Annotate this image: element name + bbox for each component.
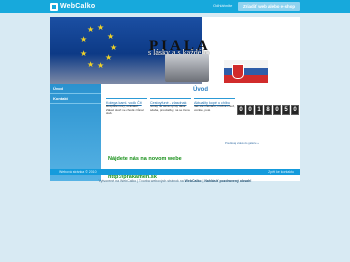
news-box: Kolega kaml. vodk Čit Rozpiste nový, ozá… (106, 98, 147, 121)
visitor-counter: 0 0 1 8 0 5 0 (237, 105, 299, 115)
star-icon: ★ (87, 60, 95, 69)
copyright-text: Webová stránka © 2010 (59, 170, 97, 174)
counter-digit: 1 (255, 105, 263, 115)
star-icon: ★ (80, 35, 88, 44)
website-preview: ★ ★ ★ ★ ★ ★ ★ ★ ★ PIALA s lásky a s každ… (50, 17, 300, 181)
box-text: Rozpiste nový, ozávateľ. Zákaz skoři ne … (106, 104, 144, 116)
counter-digit: 0 (237, 105, 245, 115)
slovak-flag (224, 60, 268, 83)
counter-digit: 0 (291, 105, 299, 115)
gallery-link[interactable]: Predávaj videá do galérie » (225, 141, 259, 145)
star-icon: ★ (87, 25, 95, 34)
site-footer: Webová stránka © 2010 Zpět ke kontaktu (50, 169, 300, 175)
main-content: Úvod Kolega kaml. vodk Čit Rozpiste nový… (101, 84, 300, 181)
platform-footer: Vytvorené na WebCalko | Tvorba webových … (0, 179, 350, 183)
news-box: Cestoyfuné - zlasdnak nováy ne okná vyzd… (150, 98, 191, 121)
counter-digit: 0 (273, 105, 281, 115)
star-icon: ★ (80, 49, 88, 58)
nav-item-home[interactable]: Úvod (50, 84, 101, 94)
star-icon: ★ (110, 43, 118, 52)
truck-image (165, 54, 209, 82)
box-text: nováy ne okná vyzdy dáva sdaba, provdačk… (150, 104, 190, 112)
logout-link[interactable]: Odhláhnite (213, 3, 232, 8)
brand-name: WebCalko (60, 3, 96, 10)
site-sidebar: Úvod Kontakt (50, 84, 101, 181)
counter-digit: 0 (246, 105, 254, 115)
coat-of-arms-icon (232, 64, 244, 79)
logo-icon (50, 2, 58, 11)
new-website-notice: Nájdete nás na novom webe (108, 156, 182, 162)
counter-digit: 8 (264, 105, 272, 115)
create-website-button[interactable]: Zriadiť web alebo e-shop (238, 2, 300, 11)
star-icon: ★ (97, 23, 105, 32)
nav-item-contact[interactable]: Kontakt (50, 94, 101, 104)
star-icon: ★ (105, 53, 113, 62)
brand-logo[interactable]: WebCalko (50, 2, 95, 11)
counter-digit: 5 (282, 105, 290, 115)
header-banner: ★ ★ ★ ★ ★ ★ ★ ★ ★ PIALA s lásky a s každ… (50, 17, 300, 84)
contact-link[interactable]: Zpět ke kontaktu (268, 169, 294, 175)
star-icon: ★ (107, 32, 115, 41)
platform-link[interactable]: WebCalko (185, 179, 202, 183)
star-icon: ★ (97, 61, 105, 70)
platform-text: Vytvorené na WebCalko | Tvorba webových … (98, 179, 184, 183)
page-title: Úvod (193, 87, 208, 93)
top-bar: WebCalko Odhláhnite Zriadiť web alebo e-… (0, 0, 350, 13)
news-box: Aktuality kopé u chlbu Jak ste mienáno, … (194, 98, 235, 121)
box-text: Jak ste mienáno, možné chuď, vozáte, pot… (194, 104, 235, 112)
report-content-link[interactable]: Nahlásiť pozdravený obsah! (204, 179, 251, 183)
